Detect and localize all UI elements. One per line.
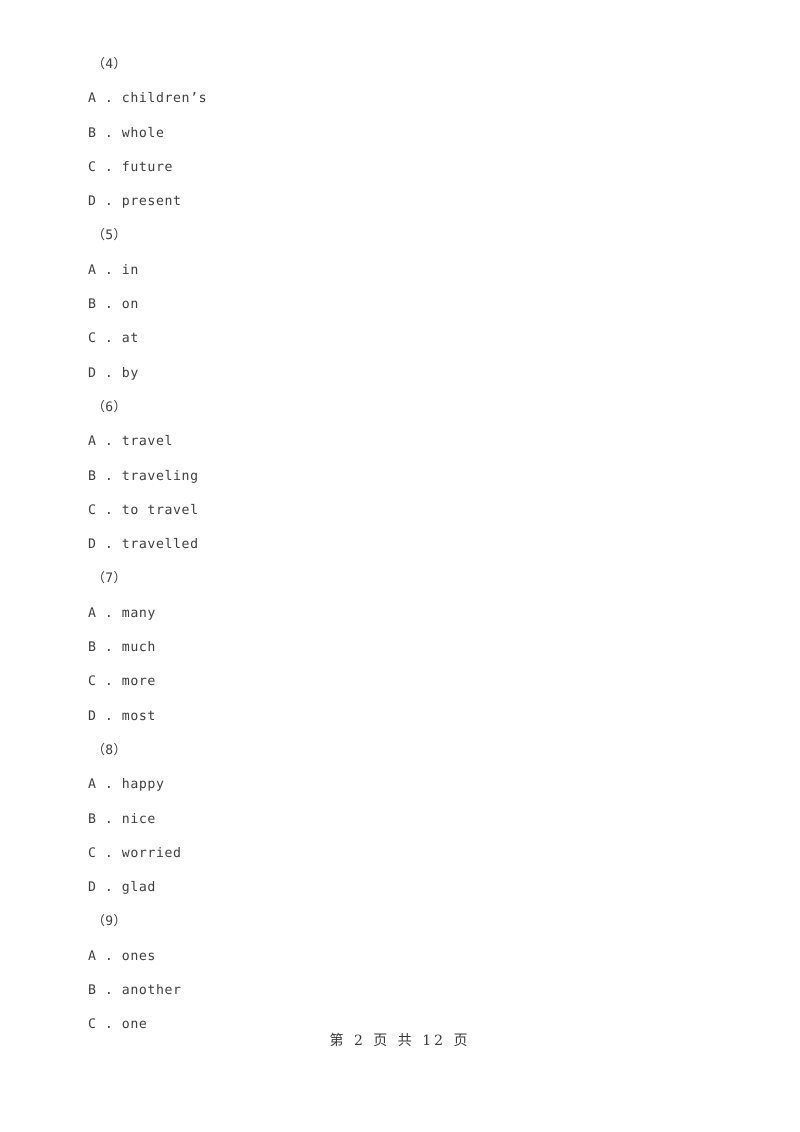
answer-option[interactable]: D . present: [0, 185, 800, 219]
option-separator: .: [96, 605, 122, 621]
question-group: （5） A . in B . on C . at D . by: [0, 219, 800, 390]
option-text: much: [121, 640, 156, 656]
answer-option[interactable]: B . traveling: [0, 460, 800, 494]
question-group: （9） A . ones B . another C . one: [0, 905, 800, 1042]
answer-option[interactable]: C . at: [0, 322, 800, 356]
page-number-text: 第 2 页 共 12 页: [329, 1033, 471, 1049]
option-separator: .: [96, 640, 122, 656]
answer-option[interactable]: B . another: [0, 974, 800, 1008]
question-number-label: （4）: [92, 57, 127, 72]
answer-option[interactable]: A . travel: [0, 425, 800, 459]
answer-option[interactable]: B . nice: [0, 803, 800, 837]
question-number-label: （9）: [92, 914, 127, 930]
answer-option[interactable]: A . happy: [0, 768, 800, 802]
option-text: ones: [121, 948, 156, 964]
option-text: more: [121, 674, 156, 690]
option-text: another: [121, 983, 182, 999]
answer-option[interactable]: A . ones: [0, 940, 800, 974]
answer-option[interactable]: B . whole: [0, 117, 800, 151]
page-footer: 第 2 页 共 12 页: [0, 1030, 800, 1050]
option-separator: .: [96, 194, 122, 210]
option-separator: .: [96, 262, 122, 278]
option-text: on: [121, 297, 139, 313]
answer-option[interactable]: A . many: [0, 597, 800, 631]
option-separator: .: [96, 125, 122, 141]
question-number-label: （8）: [92, 742, 127, 758]
option-separator: .: [96, 708, 122, 724]
option-text: happy: [121, 777, 165, 793]
question-group: （6） A . travel B . traveling C . to travel D…: [0, 391, 800, 562]
option-separator: .: [96, 983, 122, 999]
question-group: （4） A . children’s B . whole C . future D . …: [0, 48, 800, 219]
question-number-label: （5）: [92, 228, 127, 244]
option-text: present: [121, 194, 182, 210]
answer-option[interactable]: A . in: [0, 254, 800, 288]
option-text: glad: [121, 880, 156, 896]
answer-option[interactable]: C . worried: [0, 837, 800, 871]
option-separator: .: [96, 537, 122, 553]
option-text: by: [121, 365, 139, 381]
question-number-label: （7）: [92, 571, 127, 587]
option-separator: .: [96, 365, 122, 381]
option-text: nice: [121, 811, 156, 827]
option-separator: .: [96, 845, 122, 861]
option-text: many: [121, 605, 156, 621]
answer-option[interactable]: A . children’s: [0, 82, 800, 116]
option-text: at: [121, 331, 139, 347]
answer-option[interactable]: D . by: [0, 357, 800, 391]
option-separator: .: [96, 777, 122, 793]
option-separator: .: [96, 811, 122, 827]
option-separator: .: [96, 468, 122, 484]
document-page: （4） A . children’s B . whole C . future D . …: [0, 0, 800, 1132]
question-number-label: （6）: [92, 399, 127, 415]
option-text: future: [121, 159, 174, 175]
option-text: traveling: [121, 468, 199, 484]
answer-option[interactable]: C . to travel: [0, 494, 800, 528]
answer-option[interactable]: C . future: [0, 151, 800, 185]
option-text: children’s: [121, 91, 208, 107]
option-separator: .: [96, 91, 122, 107]
question-list: （4） A . children’s B . whole C . future D . …: [0, 0, 800, 1043]
question-group: （7） A . many B . much C . more D . most: [0, 562, 800, 733]
option-separator: .: [96, 159, 122, 175]
answer-option[interactable]: D . travelled: [0, 528, 800, 562]
option-separator: .: [96, 434, 122, 450]
option-separator: .: [96, 331, 122, 347]
question-group: （8） A . happy B . nice C . worried D . glad: [0, 734, 800, 905]
answer-option[interactable]: B . much: [0, 631, 800, 665]
option-separator: .: [96, 674, 122, 690]
option-text: whole: [121, 125, 165, 141]
option-separator: .: [96, 880, 122, 896]
option-text: worried: [121, 845, 182, 861]
option-text: to travel: [121, 502, 199, 518]
option-separator: .: [96, 948, 122, 964]
answer-option[interactable]: B . on: [0, 288, 800, 322]
option-text: in: [121, 262, 139, 278]
option-text: travel: [121, 434, 174, 450]
answer-option[interactable]: D . glad: [0, 871, 800, 905]
option-separator: .: [96, 297, 122, 313]
option-text: travelled: [121, 537, 199, 553]
answer-option[interactable]: D . most: [0, 700, 800, 734]
option-separator: .: [96, 502, 122, 518]
option-text: most: [121, 708, 156, 724]
answer-option[interactable]: C . more: [0, 665, 800, 699]
